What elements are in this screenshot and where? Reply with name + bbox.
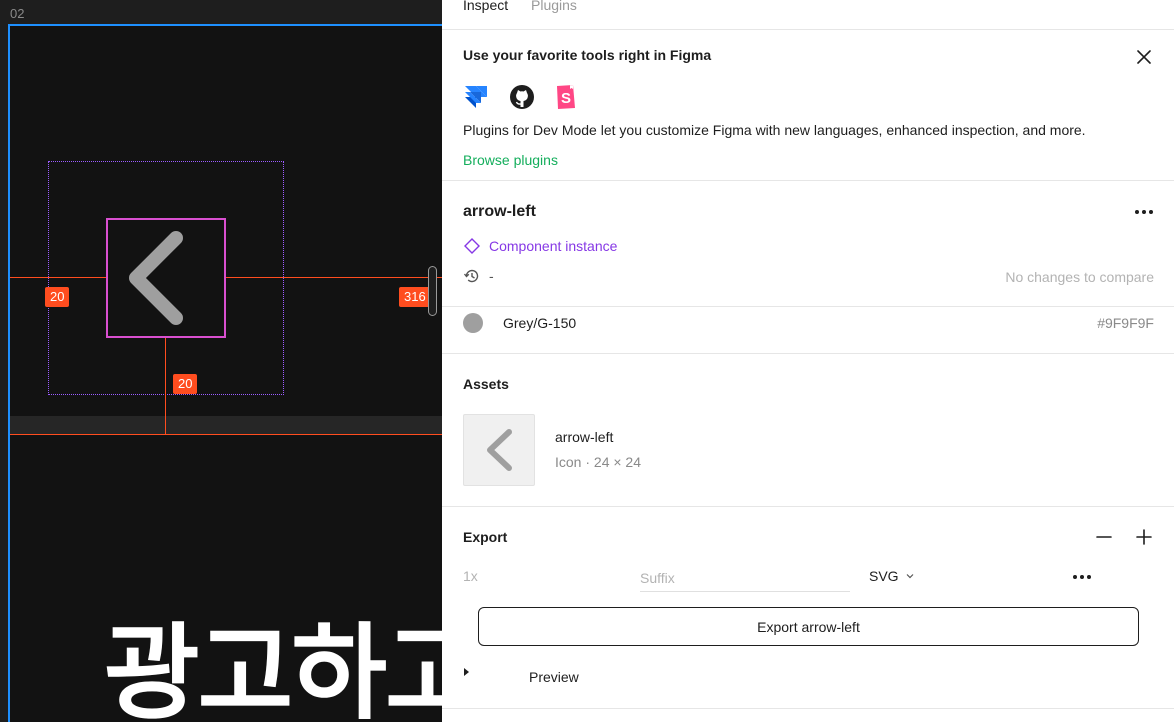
chevron-down-icon <box>906 574 914 579</box>
arrow-left-icon[interactable] <box>122 230 186 326</box>
measure-badge-right: 316 <box>399 287 431 307</box>
tab-inspect[interactable]: Inspect <box>463 0 508 13</box>
plus-icon[interactable] <box>1134 527 1154 547</box>
component-type-label: Component instance <box>489 238 618 254</box>
svg-text:S: S <box>561 90 571 107</box>
measure-badge-bottom: 20 <box>173 374 198 394</box>
measure-line-baseline <box>10 434 442 435</box>
measure-line-left <box>10 277 108 278</box>
asset-name: arrow-left <box>555 429 614 445</box>
arrow-left-icon <box>487 429 512 471</box>
component-instance-icon <box>464 238 480 254</box>
frame-label[interactable]: 02 <box>10 6 24 21</box>
jira-icon[interactable] <box>463 84 489 110</box>
tab-plugins[interactable]: Plugins <box>531 0 577 13</box>
export-more-icon[interactable] <box>1072 574 1092 580</box>
panel-resize-handle[interactable] <box>428 266 437 316</box>
export-section: Export 1x SVG Export arrow-left Preview <box>442 507 1174 709</box>
asset-thumbnail[interactable] <box>463 414 535 486</box>
version-history: - <box>463 267 494 285</box>
plugin-icons: S <box>463 84 577 110</box>
export-scale-select[interactable]: 1x <box>463 568 478 584</box>
caret-right-icon <box>464 668 469 676</box>
minus-icon[interactable] <box>1094 527 1114 547</box>
color-style-name: Grey/G-150 <box>503 315 577 331</box>
history-icon <box>463 269 479 283</box>
history-value: - <box>489 268 494 284</box>
panel-tabs: Inspect Plugins <box>442 0 1174 30</box>
measure-line-bottom <box>165 338 166 434</box>
plugins-promo: Use your favorite tools right in Figma S <box>442 30 1174 181</box>
preview-toggle[interactable] <box>463 667 471 677</box>
component-info: arrow-left Component instance - No chang… <box>442 181 1174 307</box>
frame-divider-strip <box>10 416 442 434</box>
inspect-panel: Inspect Plugins Use your favorite tools … <box>442 0 1174 722</box>
design-canvas[interactable]: 02 20 316 20 광고하고 <box>0 0 442 722</box>
export-button[interactable]: Export arrow-left <box>478 607 1139 646</box>
promo-description: Plugins for Dev Mode let you customize F… <box>463 122 1086 138</box>
export-format-value: SVG <box>869 568 899 584</box>
browse-plugins-link[interactable]: Browse plugins <box>463 152 558 168</box>
close-icon[interactable] <box>1134 47 1154 67</box>
no-changes-text: No changes to compare <box>1005 269 1154 285</box>
color-style-row[interactable]: Grey/G-150 #9F9F9F <box>442 307 1174 354</box>
storybook-icon[interactable]: S <box>555 84 577 110</box>
assets-section: Assets arrow-left Icon · 24 × 24 <box>442 354 1174 507</box>
color-swatch <box>463 313 483 333</box>
github-icon[interactable] <box>509 84 535 110</box>
component-name: arrow-left <box>463 203 536 220</box>
export-title: Export <box>463 529 508 545</box>
asset-meta: Icon · 24 × 24 <box>555 454 642 470</box>
component-instance-link[interactable]: Component instance <box>463 237 617 255</box>
color-hex-value[interactable]: #9F9F9F <box>1097 315 1154 331</box>
export-format-select[interactable]: SVG <box>869 568 915 584</box>
export-suffix-input[interactable] <box>640 564 850 592</box>
more-options-icon[interactable] <box>1134 209 1154 215</box>
canvas-headline-text[interactable]: 광고하고 <box>104 588 442 722</box>
measure-line-right <box>225 277 442 278</box>
promo-title: Use your favorite tools right in Figma <box>463 47 712 63</box>
preview-label[interactable]: Preview <box>529 669 579 685</box>
assets-title: Assets <box>463 376 509 392</box>
measure-badge-left: 20 <box>45 287 70 307</box>
